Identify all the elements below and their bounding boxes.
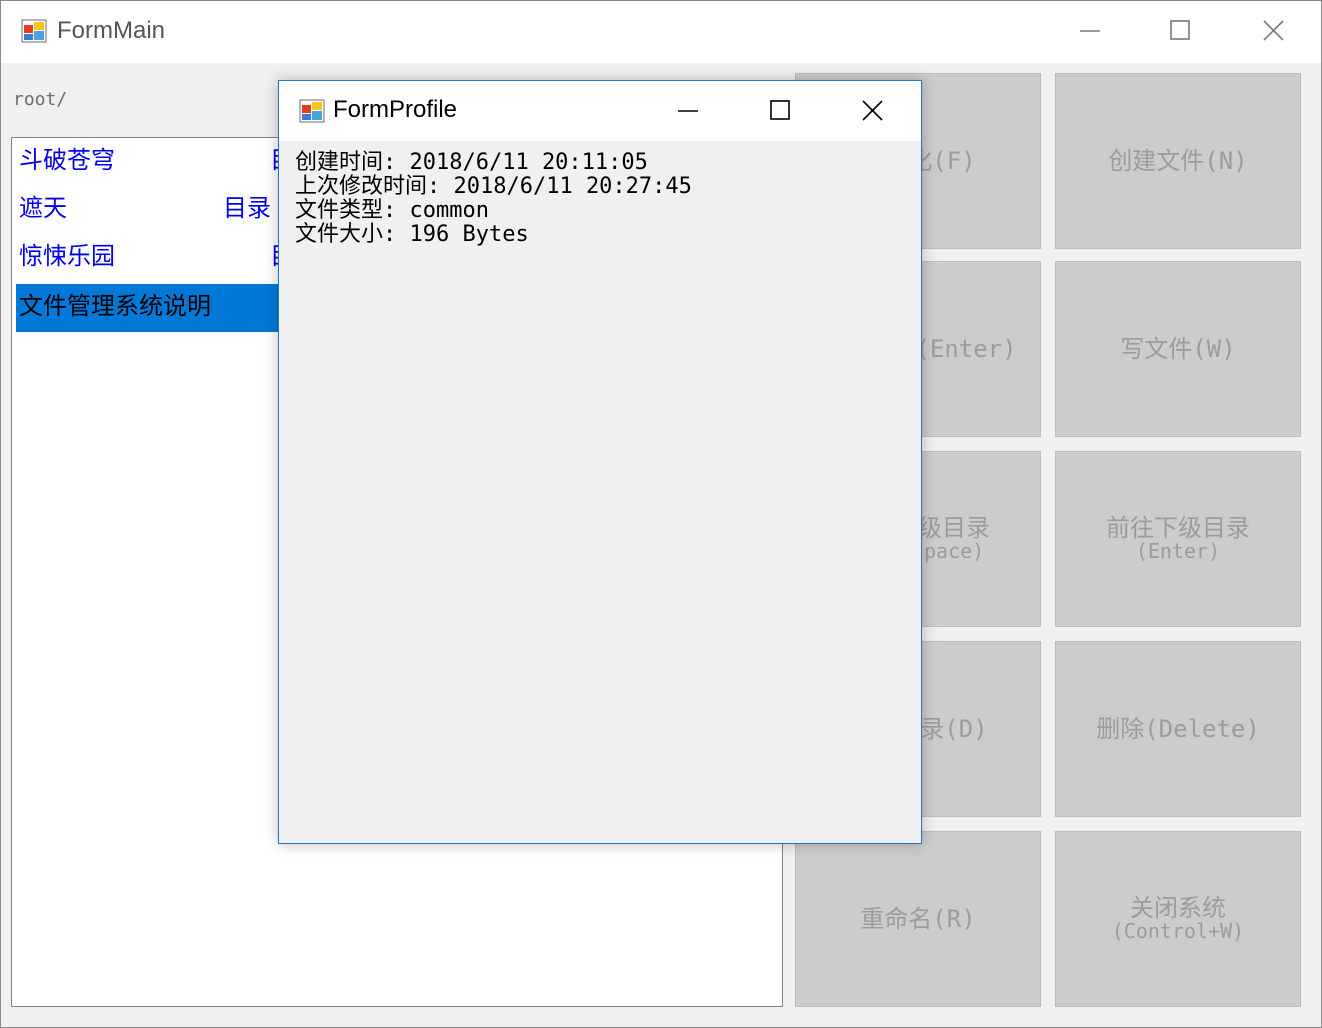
list-item-name: 遮天	[19, 194, 67, 222]
list-item-name: 惊悚乐园	[19, 242, 115, 270]
delete-button[interactable]: 删除(Delete)	[1055, 641, 1301, 817]
created-time-label: 创建时间: 2018/6/11 20:11:05	[295, 150, 648, 175]
list-item-type: 目录	[223, 194, 271, 222]
button-shortcut: (Control+W)	[1111, 919, 1245, 943]
current-path-label: root/	[13, 89, 68, 110]
app-icon	[21, 19, 47, 43]
dialog-title: FormProfile	[333, 96, 458, 123]
modified-time-label: 上次修改时间: 2018/6/11 20:27:45	[295, 174, 692, 199]
maximize-icon[interactable]	[757, 91, 803, 131]
window-title: FormMain	[57, 17, 166, 44]
file-type-label: 文件类型: common	[295, 198, 489, 223]
button-label: 写文件(W)	[1120, 335, 1236, 363]
profile-window: FormProfile 创建时间: 2018/6/11 20:11:05 上次修…	[278, 80, 922, 844]
minimize-icon[interactable]	[1067, 11, 1113, 51]
button-label: 关闭系统	[1130, 894, 1226, 922]
button-label: 前往下级目录	[1106, 514, 1250, 542]
maximize-icon[interactable]	[1157, 11, 1203, 51]
main-titlebar[interactable]: FormMain	[1, 1, 1321, 63]
rename-button[interactable]: 重命名(R)	[795, 831, 1041, 1007]
close-icon[interactable]	[1251, 11, 1297, 51]
child-directory-button[interactable]: 前往下级目录 (Enter)	[1055, 451, 1301, 627]
close-icon[interactable]	[850, 91, 896, 131]
profile-titlebar[interactable]: FormProfile	[279, 81, 921, 141]
list-item-name: 斗破苍穹	[19, 146, 115, 174]
minimize-icon[interactable]	[665, 91, 711, 131]
file-size-label: 文件大小: 196 Bytes	[295, 222, 529, 247]
list-item-name: 文件管理系统说明	[19, 292, 211, 320]
write-file-button[interactable]: 写文件(W)	[1055, 261, 1301, 437]
button-label: 删除(Delete)	[1096, 715, 1260, 743]
app-icon	[299, 99, 325, 123]
button-label: 创建文件(N)	[1108, 147, 1248, 175]
close-system-button[interactable]: 关闭系统 (Control+W)	[1055, 831, 1301, 1007]
button-label: 重命名(R)	[860, 905, 976, 933]
create-file-button[interactable]: 创建文件(N)	[1055, 73, 1301, 249]
button-shortcut: (Enter)	[1135, 539, 1221, 563]
